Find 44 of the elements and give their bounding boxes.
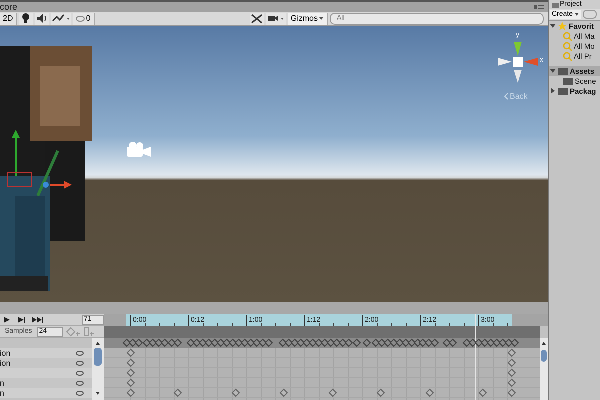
add-keyframe-icon[interactable] [66,326,80,336]
property-scrollbar[interactable] [92,338,104,400]
timeline-scrollbar[interactable] [540,338,548,400]
keyframe-icon[interactable] [328,388,338,398]
gizmos-dropdown[interactable]: Gizmos [288,12,328,24]
search-icon [563,32,572,40]
camera-dropdown-icon[interactable] [266,12,286,24]
property-name[interactable]: ion [0,358,11,368]
search-icon [563,52,572,60]
caret-icon [319,16,324,20]
expand-arrow-icon[interactable] [550,23,556,29]
scene-tab[interactable]: core [0,2,18,12]
keyframe-icon[interactable] [232,388,240,398]
lightbulb-icon[interactable] [19,12,34,24]
project-search-field[interactable] [582,10,597,19]
property-name[interactable]: n [0,388,4,398]
panel-menu-icon[interactable] [534,4,544,10]
last-frame-icon[interactable] [31,314,45,324]
star-icon [558,22,567,30]
speaker-icon[interactable] [35,12,50,24]
effects-icon[interactable] [51,12,72,24]
project-tab-icon [552,2,559,8]
hidden-objects-counter[interactable]: 0 [73,12,95,24]
keyframe-icon[interactable] [280,388,288,398]
property-name[interactable]: ion [0,348,11,358]
expand-arrow-icon[interactable] [550,88,556,94]
tools-icon[interactable] [250,12,264,24]
keyframe-icon[interactable] [376,388,386,398]
add-event-icon[interactable] [83,326,96,336]
next-frame-icon[interactable] [16,314,28,324]
keyframe-icon[interactable] [174,388,182,398]
time-ruler[interactable] [126,314,512,326]
chevron-left-icon [504,93,509,100]
keyframe-icon[interactable] [478,388,488,398]
hidden-count: 0 [86,14,91,23]
property-name[interactable]: n [0,378,4,388]
search-icon [563,42,572,50]
keyframe-icon[interactable] [426,388,434,398]
hidden-eye-icon [76,14,86,22]
view-back-label: Back [510,92,528,101]
orientation-gizmo-drawing[interactable] [496,40,540,84]
2d-toggle-button[interactable]: 2D [0,12,18,24]
caret-icon [574,13,579,16]
expand-arrow-icon[interactable] [550,68,556,74]
